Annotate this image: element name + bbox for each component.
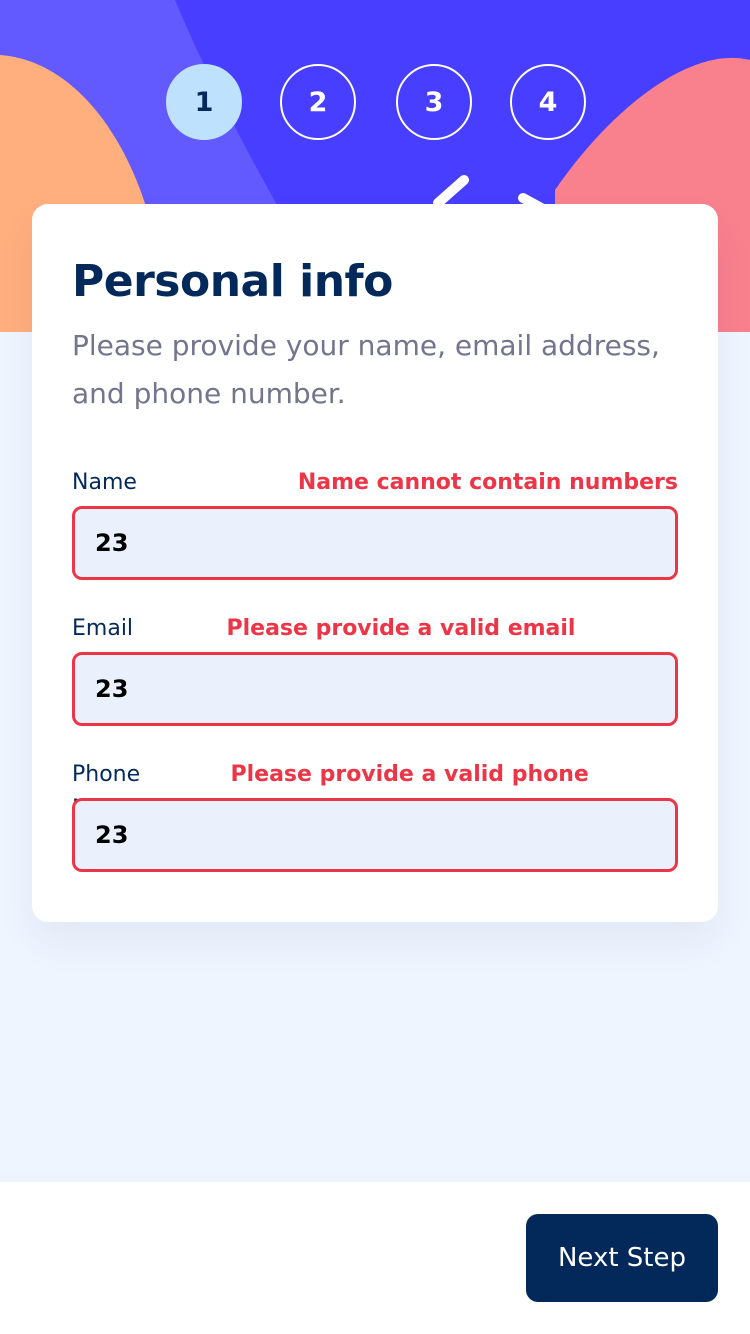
page-title: Personal info: [72, 256, 393, 307]
personal-info-card: Personal info Please provide your name, …: [32, 204, 718, 922]
email-field-group: Email Address Please provide a valid ema…: [72, 612, 678, 727]
email-input[interactable]: [72, 652, 678, 727]
name-field-error: Name cannot contain numbers: [297, 470, 678, 496]
step-4-button[interactable]: 4: [510, 64, 586, 140]
name-field-label: Name: [72, 470, 137, 496]
page-subtitle: Please provide your name, email address,…: [72, 329, 660, 411]
step-3-button[interactable]: 3: [396, 64, 472, 140]
phone-field-header: Phone Number Please provide a valid phon…: [72, 758, 678, 821]
phone-field-group: Phone Number Please provide a valid phon…: [72, 758, 678, 873]
email-field-header: Email Address Please provide a valid ema…: [72, 612, 678, 675]
name-input[interactable]: [72, 506, 678, 581]
step-2-button[interactable]: 2: [280, 64, 356, 140]
step-indicator: 1 2 3 4: [0, 64, 750, 140]
footer-bar: Next Step: [0, 1182, 750, 1334]
next-step-button[interactable]: Next Step: [526, 1214, 718, 1302]
name-field-header: Name Name cannot contain numbers: [72, 466, 678, 500]
name-field-group: Name Name cannot contain numbers: [72, 466, 678, 581]
phone-input[interactable]: [72, 798, 678, 873]
step-1-button[interactable]: 1: [166, 64, 242, 140]
